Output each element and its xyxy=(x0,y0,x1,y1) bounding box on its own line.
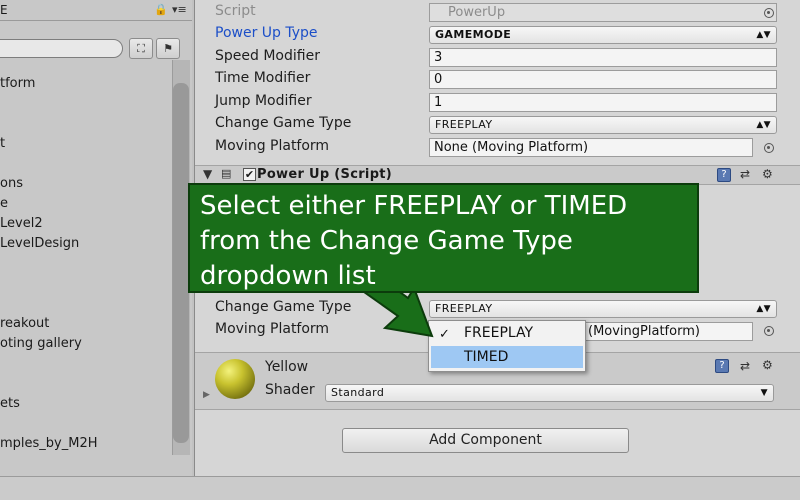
filter-type-button[interactable]: ⛶ xyxy=(129,38,153,59)
component-title: Power Up (Script) xyxy=(257,167,393,182)
jump-modifier-field[interactable]: 1 xyxy=(429,93,777,112)
material-preview-sphere xyxy=(215,359,255,399)
moving-platform-field[interactable]: None (Moving Platform) xyxy=(429,138,753,157)
change-game-type-dropdown[interactable]: FREEPLAY ▲▼ xyxy=(429,300,777,318)
callout-text: Select either FREEPLAY or TIMED from the… xyxy=(200,191,628,291)
asset-list-item[interactable]: LevelDesign xyxy=(0,236,79,251)
object-picker-icon[interactable] xyxy=(764,326,774,336)
chevron-down-icon: ▼ xyxy=(760,388,768,398)
power-up-type-value: GAMEMODE xyxy=(435,28,512,41)
filter-label-button[interactable]: ⚑ xyxy=(156,38,180,59)
change-game-type-value: FREEPLAY xyxy=(435,118,493,131)
shader-dropdown[interactable]: Standard ▼ xyxy=(325,384,774,402)
preset-icon[interactable]: ⇄ xyxy=(740,167,750,181)
object-picker-icon[interactable] xyxy=(764,8,774,18)
power-up-type-label: Power Up Type xyxy=(215,25,318,41)
help-icon[interactable]: ? xyxy=(717,168,731,182)
project-panel: E 🔒 ▾≡ ⛶ ⚑ tform t ons e Level2 LevelDesign re… xyxy=(0,0,192,476)
asset-list-item[interactable]: mples_by_M2H xyxy=(0,436,98,451)
script-value: PowerUp xyxy=(448,5,506,20)
script-file-icon: ▤ xyxy=(221,167,232,180)
power-up-type-dropdown[interactable]: GAMEMODE ▲▼ xyxy=(429,26,777,44)
shader-label: Shader xyxy=(265,382,315,398)
add-component-button[interactable]: Add Component xyxy=(342,428,629,453)
change-game-type-label: Change Game Type xyxy=(215,299,352,315)
help-icon[interactable]: ? xyxy=(715,359,729,373)
component-enabled-checkbox[interactable]: ✔ xyxy=(243,168,256,181)
gear-icon[interactable]: ⚙ xyxy=(762,358,773,372)
change-game-type-dropdown[interactable]: FREEPLAY ▲▼ xyxy=(429,116,777,134)
chevron-updown-icon: ▲▼ xyxy=(756,30,771,40)
lock-icon[interactable]: 🔒 xyxy=(154,3,168,16)
search-input[interactable] xyxy=(0,39,123,58)
foldout-arrow-icon[interactable]: ▶ xyxy=(203,390,210,400)
script-label: Script xyxy=(215,3,256,19)
asset-list-item[interactable]: oting gallery xyxy=(0,336,82,351)
bottom-status-bar xyxy=(0,476,800,500)
menu-item-label: FREEPLAY xyxy=(464,325,534,341)
menu-item-label: TIMED xyxy=(464,349,509,365)
asset-list-item[interactable]: Level2 xyxy=(0,216,43,231)
chevron-updown-icon: ▲▼ xyxy=(756,120,771,130)
moving-platform-label: Moving Platform xyxy=(215,321,330,337)
jump-modifier-label: Jump Modifier xyxy=(215,93,312,109)
panel-menu-icon[interactable]: ▾≡ xyxy=(172,3,187,16)
speed-modifier-field[interactable]: 3 xyxy=(429,48,777,67)
preset-icon[interactable]: ⇄ xyxy=(740,359,750,373)
script-field[interactable]: PowerUp xyxy=(429,3,777,22)
asset-list-item[interactable]: tform xyxy=(0,76,35,91)
scrollbar-thumb[interactable] xyxy=(173,83,189,443)
asset-list-item[interactable]: ons xyxy=(0,176,23,191)
change-game-type-label: Change Game Type xyxy=(215,115,352,131)
foldout-arrow-icon[interactable]: ▼ xyxy=(203,167,212,181)
panel-divider xyxy=(0,20,192,21)
tutorial-callout: Select either FREEPLAY or TIMED from the… xyxy=(188,183,699,293)
panel-title: E xyxy=(0,3,8,17)
time-modifier-field[interactable]: 0 xyxy=(429,70,777,89)
speed-modifier-label: Speed Modifier xyxy=(215,48,320,64)
asset-list-item[interactable]: ets xyxy=(0,396,20,411)
chevron-updown-icon: ▲▼ xyxy=(756,304,771,314)
shader-value: Standard xyxy=(331,386,385,399)
moving-platform-label: Moving Platform xyxy=(215,138,330,154)
asset-list-item[interactable]: t xyxy=(0,136,5,151)
gear-icon[interactable]: ⚙ xyxy=(762,167,773,181)
time-modifier-label: Time Modifier xyxy=(215,70,311,86)
asset-list-item[interactable]: reakout xyxy=(0,316,49,331)
material-name: Yellow xyxy=(265,359,309,375)
object-picker-icon[interactable] xyxy=(764,143,774,153)
asset-list-item[interactable]: e xyxy=(0,196,8,211)
